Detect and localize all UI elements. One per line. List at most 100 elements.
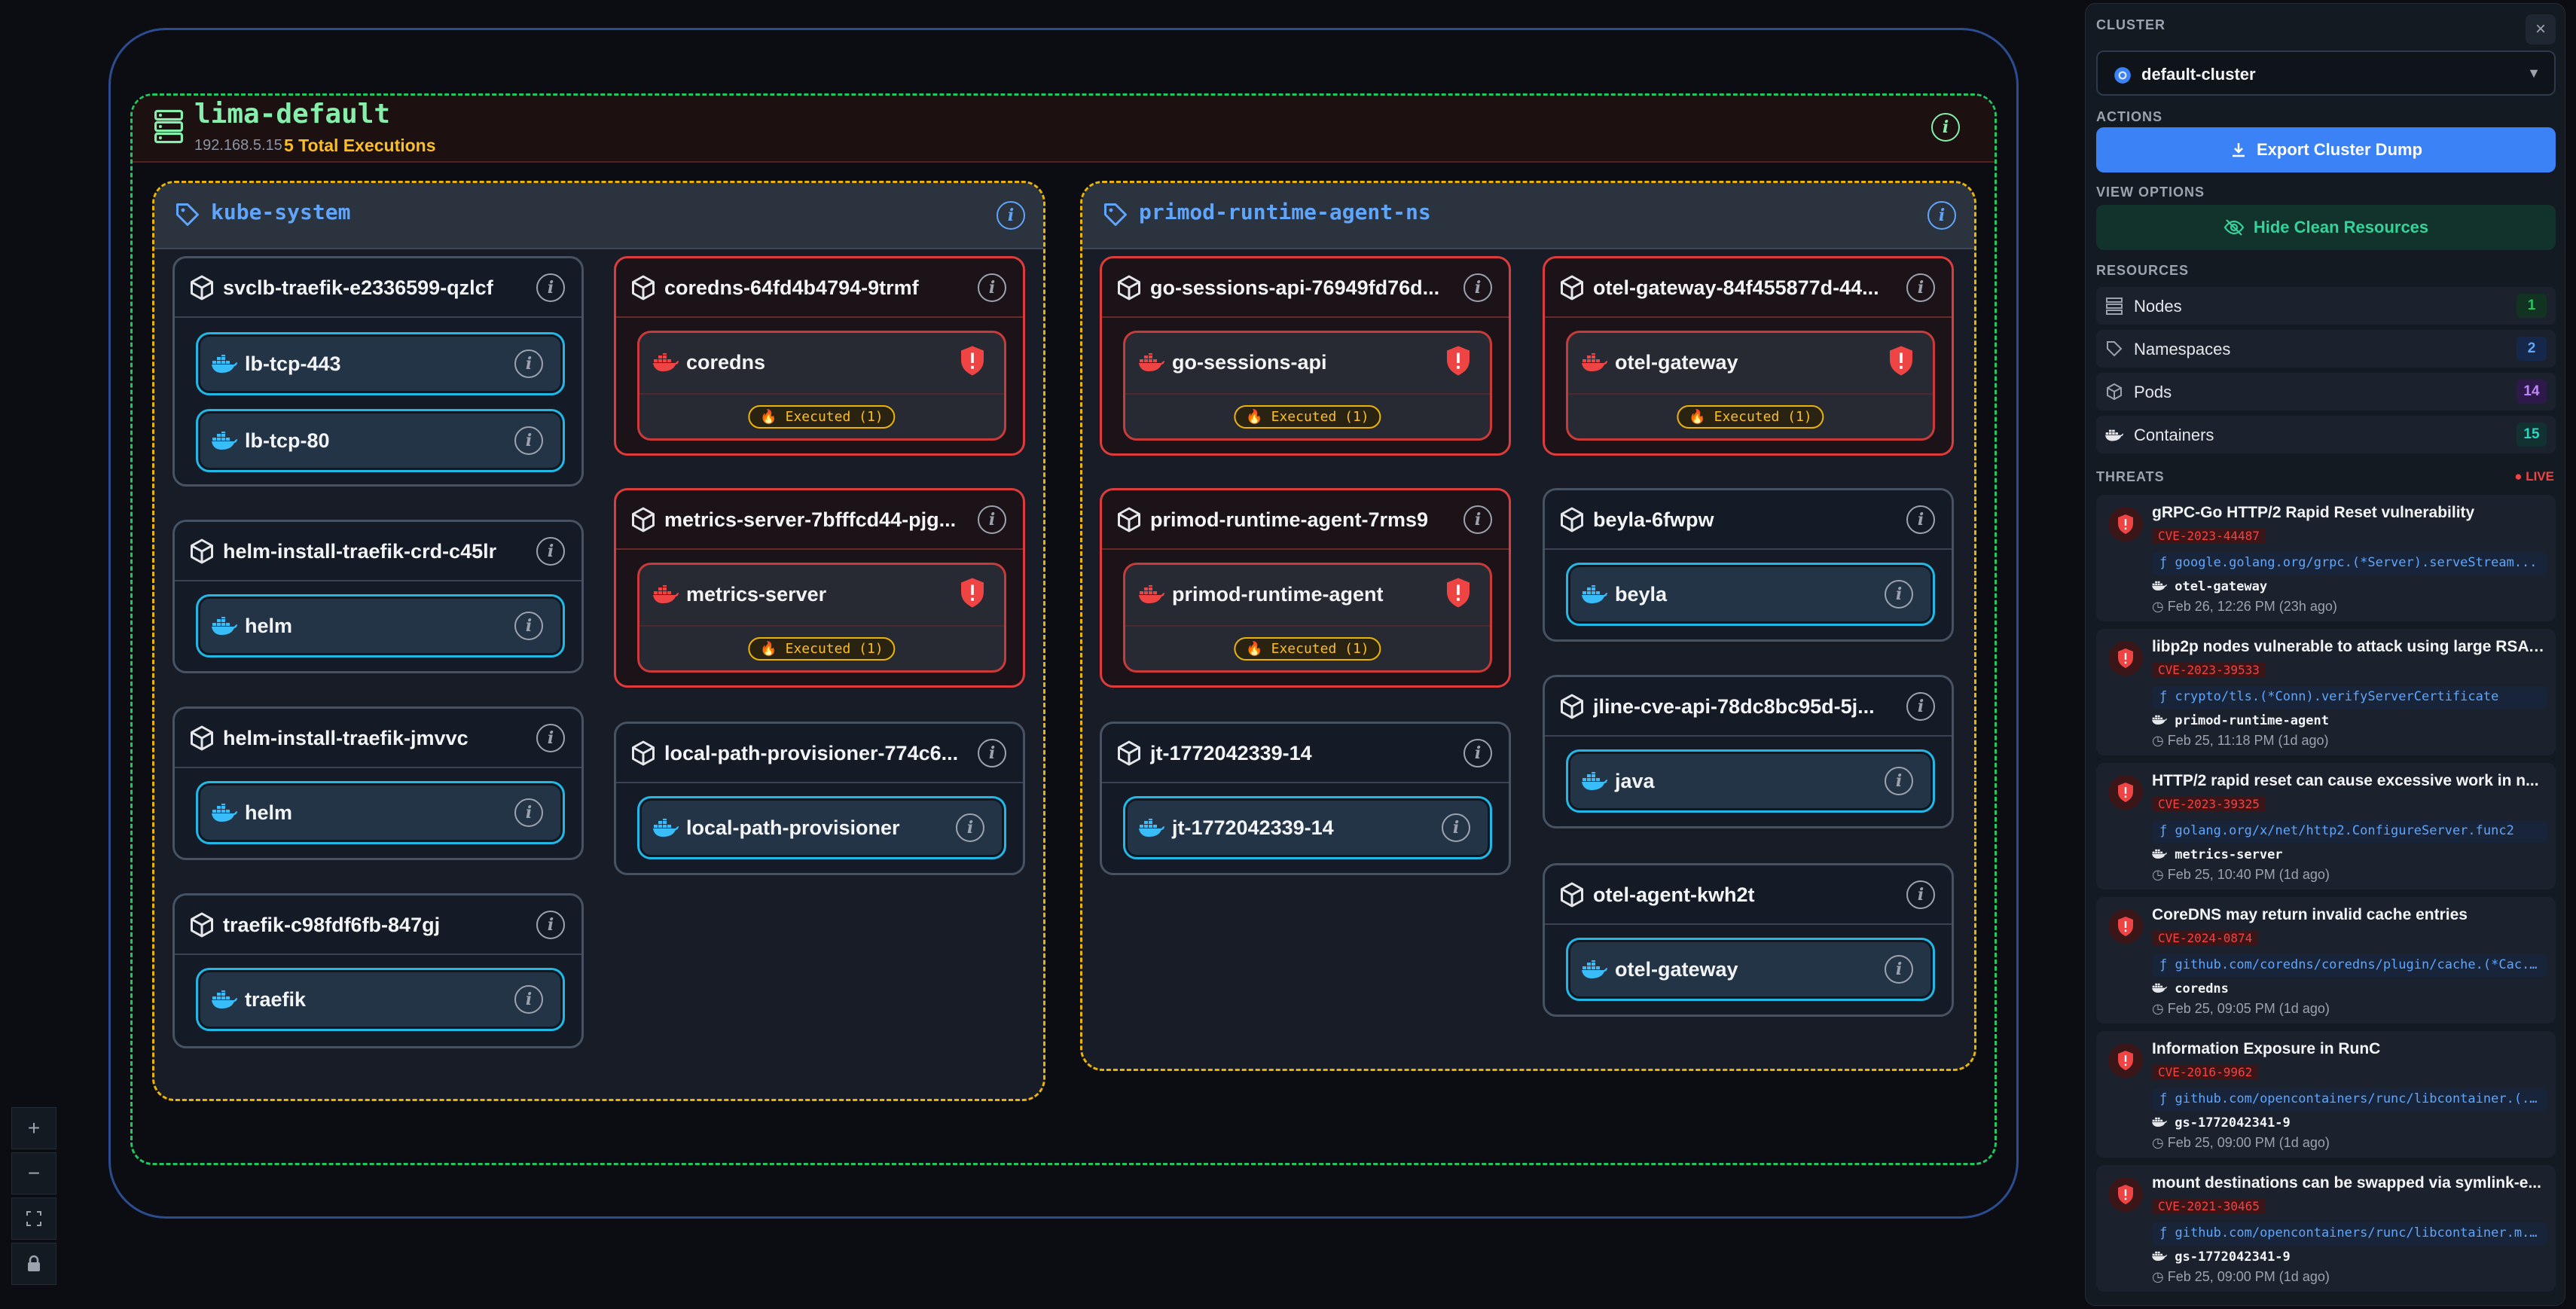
- resource-count: 1: [2516, 294, 2547, 318]
- container-card-threat[interactable]: coredns 🔥 Executed (1): [637, 331, 1006, 441]
- pod-info-icon[interactable]: i: [536, 537, 565, 566]
- threat-item[interactable]: Information Exposure in RunC CVE-2016-996…: [2096, 1031, 2556, 1158]
- pod-card[interactable]: beyla-6fwpw i beyla i: [1543, 488, 1954, 642]
- pod-card-threat[interactable]: primod-runtime-agent-7rms9 i primod-runti…: [1100, 488, 1511, 688]
- resource-nodes[interactable]: Nodes 1: [2096, 287, 2556, 325]
- pod-card-threat[interactable]: metrics-server-7bfffcd44-pjg... i metrics…: [614, 488, 1025, 688]
- resource-label: Containers: [2134, 426, 2214, 444]
- resource-pods[interactable]: Pods 14: [2096, 373, 2556, 410]
- docker-icon: [212, 355, 237, 373]
- pod-title: helm-install-traefik-jmvvc: [223, 727, 469, 749]
- container-info-icon[interactable]: i: [514, 798, 543, 827]
- cube-icon: [630, 505, 657, 534]
- container-card[interactable]: lb-tcp-80 i: [196, 409, 565, 472]
- pod-card[interactable]: jline-cve-api-78dc8bc95d-5j... i java i: [1543, 675, 1954, 828]
- threat-cve: CVE-2023-39533: [2152, 662, 2266, 678]
- zoom-out-button[interactable]: −: [11, 1152, 56, 1195]
- namespace-info-icon[interactable]: i: [997, 201, 1025, 230]
- container-info-icon[interactable]: i: [1442, 813, 1470, 842]
- pod-info-icon[interactable]: i: [1906, 880, 1935, 909]
- threat-item[interactable]: mount destinations can be swapped via sy…: [2096, 1165, 2556, 1292]
- pod-card[interactable]: traefik-c98fdf6fb-847gj i traefik i: [172, 893, 584, 1048]
- cube-icon: [1116, 273, 1143, 302]
- pod-card-threat[interactable]: coredns-64fd4b4794-9trmf i coredns 🔥 Execu…: [614, 256, 1025, 456]
- docker-icon: [653, 819, 679, 837]
- executed-badge: 🔥 Executed (1): [748, 405, 896, 429]
- container-info-icon[interactable]: i: [514, 985, 543, 1014]
- pod-card-threat[interactable]: otel-gateway-84f455877d-44... i otel-gate…: [1543, 256, 1954, 456]
- resource-containers[interactable]: Containers 15: [2096, 416, 2556, 453]
- docker-icon: [212, 432, 237, 450]
- threat-cve: CVE-2024-0874: [2152, 930, 2259, 946]
- pod-info-icon[interactable]: i: [1906, 692, 1935, 721]
- container-info-icon[interactable]: i: [956, 813, 984, 842]
- pod-card[interactable]: svclb-traefik-e2336599-qzlcf i lb-tcp-443…: [172, 256, 584, 487]
- pod-info-icon[interactable]: i: [1463, 739, 1492, 767]
- container-card[interactable]: jt-1772042339-14 i: [1123, 796, 1492, 859]
- pod-card[interactable]: helm-install-traefik-crd-c45lr i helm i: [172, 520, 584, 673]
- pod-card[interactable]: local-path-provisioner-774c6... i local-p…: [614, 722, 1025, 875]
- container-info-icon[interactable]: i: [514, 349, 543, 378]
- container-card[interactable]: java i: [1566, 749, 1935, 813]
- container-card[interactable]: local-path-provisioner i: [637, 796, 1006, 859]
- threat-title: gRPC-Go HTTP/2 Rapid Reset vulnerability: [2152, 504, 2475, 521]
- namespace-info-icon[interactable]: i: [1927, 201, 1956, 230]
- cube-icon: [630, 273, 657, 302]
- threat-item[interactable]: libp2p nodes vulnerable to attack using …: [2096, 629, 2556, 755]
- container-info-icon[interactable]: i: [514, 426, 543, 455]
- container-info-icon[interactable]: i: [1885, 767, 1913, 795]
- container-card[interactable]: otel-gateway i: [1566, 938, 1935, 1001]
- pod-info-icon[interactable]: i: [1463, 273, 1492, 302]
- container-card-threat[interactable]: primod-runtime-agent 🔥 Executed (1): [1123, 563, 1492, 673]
- close-button[interactable]: ×: [2526, 14, 2556, 44]
- export-cluster-dump-button[interactable]: Export Cluster Dump: [2096, 127, 2556, 172]
- container-card-threat[interactable]: metrics-server 🔥 Executed (1): [637, 563, 1006, 673]
- pod-info-icon[interactable]: i: [536, 273, 565, 302]
- threat-title: mount destinations can be swapped via sy…: [2152, 1174, 2541, 1192]
- pod-info-icon[interactable]: i: [978, 505, 1006, 534]
- pod-info-icon[interactable]: i: [536, 911, 565, 939]
- pod-card[interactable]: helm-install-traefik-jmvvc i helm i: [172, 706, 584, 860]
- fit-view-button[interactable]: [11, 1198, 56, 1240]
- pod-info-icon[interactable]: i: [1463, 505, 1492, 534]
- threat-function: ƒ github.com/coredns/coredns/plugin/cach…: [2152, 954, 2547, 977]
- threat-item[interactable]: CoreDNS may return invalid cache entries…: [2096, 897, 2556, 1024]
- cluster-select[interactable]: default-cluster ▼: [2096, 50, 2556, 96]
- container-name: local-path-provisioner: [686, 816, 900, 839]
- pod-card[interactable]: jt-1772042339-14 i jt-1772042339-14 i: [1100, 722, 1511, 875]
- threat-title: CoreDNS may return invalid cache entries: [2152, 906, 2468, 923]
- node-info-icon[interactable]: i: [1931, 113, 1960, 142]
- resource-namespaces[interactable]: Namespaces 2: [2096, 330, 2556, 368]
- zoom-in-button[interactable]: +: [11, 1107, 56, 1149]
- container-card[interactable]: helm i: [196, 781, 565, 844]
- fit-view-icon: [26, 1211, 41, 1226]
- container-card-threat[interactable]: go-sessions-api 🔥 Executed (1): [1123, 331, 1492, 441]
- threat-item[interactable]: gRPC-Go HTTP/2 Rapid Reset vulnerability…: [2096, 495, 2556, 621]
- container-info-icon[interactable]: i: [1885, 955, 1913, 984]
- container-card[interactable]: helm i: [196, 594, 565, 658]
- pod-info-icon[interactable]: i: [1906, 273, 1935, 302]
- cluster-label: CLUSTER: [2096, 17, 2165, 32]
- hide-clean-resources-button[interactable]: Hide Clean Resources: [2096, 205, 2556, 250]
- pod-card[interactable]: otel-agent-kwh2t i otel-gateway i: [1543, 863, 1954, 1017]
- threat-cve: CVE-2021-30465: [2152, 1198, 2266, 1214]
- pod-info-icon[interactable]: i: [978, 273, 1006, 302]
- container-card[interactable]: beyla i: [1566, 563, 1935, 626]
- threat-shield-icon: [2108, 641, 2143, 676]
- container-info-icon[interactable]: i: [1885, 580, 1913, 609]
- pod-info-icon[interactable]: i: [978, 739, 1006, 767]
- lock-button[interactable]: [11, 1243, 56, 1285]
- pod-title: primod-runtime-agent-7rms9: [1150, 508, 1429, 531]
- pod-card-threat[interactable]: go-sessions-api-76949fd76d... i go-sessio…: [1100, 256, 1511, 456]
- threat-function: ƒ crypto/tls.(*Conn).verifyServerCertifi…: [2152, 686, 2547, 709]
- threat-item[interactable]: HTTP/2 rapid reset can cause excessive w…: [2096, 763, 2556, 889]
- container-card[interactable]: lb-tcp-443 i: [196, 332, 565, 395]
- pod-info-icon[interactable]: i: [536, 724, 565, 752]
- pod-info-icon[interactable]: i: [1906, 505, 1935, 534]
- docker-icon: [653, 585, 679, 603]
- cube-icon: [1558, 692, 1586, 721]
- container-card-threat[interactable]: otel-gateway 🔥 Executed (1): [1566, 331, 1935, 441]
- container-info-icon[interactable]: i: [514, 612, 543, 640]
- container-card[interactable]: traefik i: [196, 968, 565, 1031]
- graph-canvas[interactable]: lima-default 192.168.5.15 5 Total Execut…: [0, 0, 2079, 1309]
